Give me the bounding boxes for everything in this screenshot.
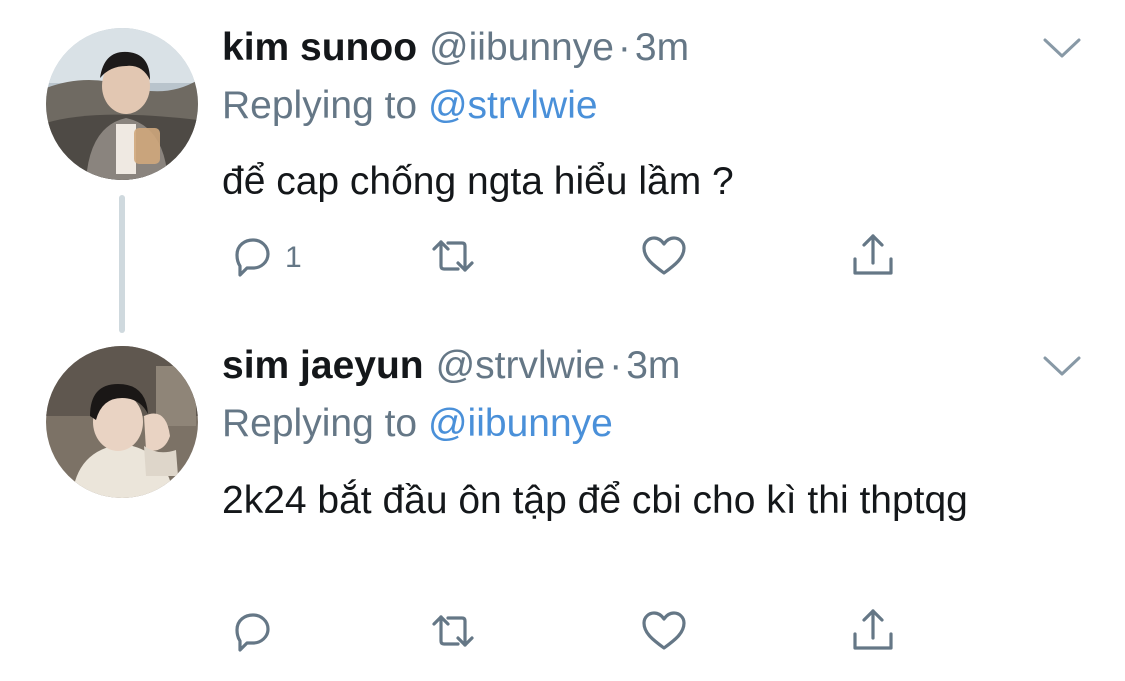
separator-dot: · xyxy=(609,344,623,387)
share-icon xyxy=(848,231,898,286)
display-name[interactable]: sim jaeyun xyxy=(222,344,424,388)
retweet-icon xyxy=(428,231,478,286)
replying-prefix: Replying to xyxy=(222,84,418,127)
avatar-sim-jaeyun[interactable] xyxy=(46,346,198,498)
timestamp[interactable]: 3m xyxy=(635,26,689,70)
user-handle[interactable]: @strvlwie xyxy=(436,344,606,388)
tweet-actions: 1 xyxy=(222,233,922,283)
reply-icon xyxy=(227,606,277,661)
display-name[interactable]: kim sunoo xyxy=(222,26,417,70)
share-button[interactable] xyxy=(848,233,898,283)
share-button[interactable] xyxy=(848,608,898,658)
tweet-text: 2k24 bắt đầu ôn tập để cbi cho kì thi th… xyxy=(222,479,968,522)
tweet-header: sim jaeyun @strvlwie · 3m xyxy=(222,344,680,394)
replying-to: Replying to @strvlwie xyxy=(222,84,598,128)
retweet-button[interactable] xyxy=(428,233,478,283)
replying-to: Replying to @iibunnye xyxy=(222,402,613,446)
chevron-down-icon[interactable] xyxy=(1042,36,1082,60)
reply-button[interactable]: 1 xyxy=(227,233,302,283)
like-button[interactable] xyxy=(639,608,689,658)
tweet-header: kim sunoo @iibunnye · 3m xyxy=(222,26,689,76)
chevron-down-icon[interactable] xyxy=(1042,354,1082,378)
replying-mention[interactable]: @iibunnye xyxy=(428,402,613,445)
reply-icon xyxy=(227,231,277,286)
like-icon xyxy=(639,606,689,661)
separator-dot: · xyxy=(617,26,631,69)
like-button[interactable] xyxy=(639,233,689,283)
tweet-1[interactable]: kim sunoo @iibunnye · 3m Replying to @st… xyxy=(0,0,1125,333)
tweet-actions xyxy=(222,608,922,658)
retweet-icon xyxy=(428,606,478,661)
reply-button[interactable] xyxy=(227,608,277,658)
timestamp[interactable]: 3m xyxy=(626,344,680,388)
reply-count: 1 xyxy=(285,241,302,274)
share-icon xyxy=(848,606,898,661)
like-icon xyxy=(639,231,689,286)
replying-mention[interactable]: @strvlwie xyxy=(428,84,598,127)
avatar-kim-sunoo[interactable] xyxy=(46,28,198,180)
retweet-button[interactable] xyxy=(428,608,478,658)
tweet-text: để cap chống ngta hiểu lầm ? xyxy=(222,160,734,203)
user-handle[interactable]: @iibunnye xyxy=(429,26,614,70)
replying-prefix: Replying to xyxy=(222,402,418,445)
tweet-2[interactable]: sim jaeyun @strvlwie · 3m Replying to @i… xyxy=(0,322,1125,681)
thread-line xyxy=(119,195,125,333)
